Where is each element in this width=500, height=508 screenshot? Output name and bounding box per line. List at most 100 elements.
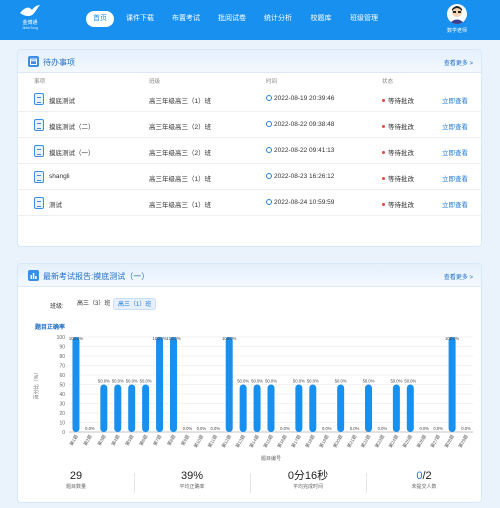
avatar[interactable] bbox=[447, 4, 467, 24]
stat-value: 0/2 bbox=[416, 470, 432, 482]
view-now-link[interactable]: 立即查看 bbox=[442, 173, 468, 183]
nav-item-courseware[interactable]: 课件下载 bbox=[120, 11, 160, 27]
view-now-link[interactable]: 立即查看 bbox=[442, 121, 468, 131]
col-time: 时间 bbox=[266, 79, 278, 85]
bar-data-label: 50.0% bbox=[112, 379, 124, 384]
task-status: 等待批改 bbox=[382, 95, 414, 105]
task-name[interactable]: 摸底测试 bbox=[49, 95, 75, 105]
nav-item-statistics[interactable]: 统计分析 bbox=[258, 11, 298, 27]
logo-subtitle: JinboTong bbox=[22, 26, 38, 30]
bar bbox=[72, 337, 80, 432]
class-option-1[interactable]: 高三（1）班 bbox=[113, 298, 157, 310]
bar-data-label: 100.0% bbox=[69, 336, 83, 341]
task-time: 2022-08-22 09:38:48 bbox=[266, 121, 334, 128]
bar-data-label: 50.0% bbox=[307, 379, 319, 384]
y-tick-label: 50 bbox=[59, 382, 65, 388]
stat-label: 平均完成时间 bbox=[292, 484, 323, 490]
nav-item-class-management[interactable]: 班级管理 bbox=[344, 11, 384, 27]
bar bbox=[448, 337, 456, 432]
x-tick-label: 第7题 bbox=[151, 433, 163, 447]
todo-card: 待办事项 查看更多 > 事项 班级 时间 状态 摸底测试 高三年级高三（1）班 … bbox=[17, 49, 482, 247]
task-class: 高三年级高三（1）班 bbox=[149, 202, 212, 209]
bar bbox=[365, 384, 373, 432]
nav-item-home[interactable]: 首页 bbox=[86, 11, 114, 27]
view-now-link[interactable]: 立即查看 bbox=[442, 147, 468, 157]
bar bbox=[253, 384, 261, 432]
app-logo[interactable]: 金博通 JinboTong bbox=[10, 4, 50, 36]
stat-label: 未提交人数 bbox=[411, 484, 437, 490]
x-tick-label: 第12题 bbox=[220, 433, 233, 449]
task-time: 2022-08-24 10:59:59 bbox=[266, 199, 334, 206]
bird-logo-icon bbox=[20, 5, 40, 17]
y-tick-label: 80 bbox=[59, 354, 65, 360]
calendar-icon bbox=[28, 56, 39, 67]
bar-data-label: 50.0% bbox=[140, 379, 152, 384]
y-tick-label: 60 bbox=[59, 373, 65, 379]
class-option-3[interactable]: 高三（3）班 bbox=[73, 298, 114, 310]
x-axis-label: 题目编号 bbox=[261, 455, 281, 462]
document-icon bbox=[34, 171, 44, 183]
x-tick-label: 第20题 bbox=[331, 433, 344, 449]
status-dot-icon bbox=[382, 151, 385, 154]
bar-data-label: 50.0% bbox=[404, 379, 416, 384]
table-row: 摸底测试 高三年级高三（1）班 2022-08-19 20:39:46 等待批改… bbox=[18, 87, 481, 112]
nav-item-grade-papers[interactable]: 批阅试卷 bbox=[212, 11, 252, 27]
bar bbox=[267, 384, 275, 432]
report-card-header: 最新考试报告:摸底测试（一） 查看更多 > bbox=[18, 264, 481, 287]
bar-data-label: 50.0% bbox=[390, 379, 402, 384]
y-tick-label: 40 bbox=[59, 392, 65, 398]
x-tick-label: 第10题 bbox=[192, 433, 205, 449]
y-tick-label: 20 bbox=[59, 411, 65, 417]
document-icon bbox=[34, 119, 44, 131]
x-tick-label: 第1题 bbox=[68, 433, 80, 447]
user-name: 数学老师 bbox=[446, 28, 467, 34]
col-task: 事项 bbox=[34, 79, 46, 85]
x-tick-label: 第4题 bbox=[110, 433, 122, 447]
status-dot-icon bbox=[382, 177, 385, 180]
x-tick-label: 第5题 bbox=[124, 433, 136, 447]
bar-data-label: 0.0% bbox=[419, 426, 429, 431]
task-name[interactable]: 摸底测试（一） bbox=[49, 147, 95, 157]
document-icon bbox=[34, 197, 44, 209]
y-axis-label: 百分比（%） bbox=[33, 370, 40, 399]
task-name[interactable]: 测试 bbox=[49, 199, 62, 209]
bar-data-label: 50.0% bbox=[237, 379, 249, 384]
nav-item-assign-exam[interactable]: 布置考试 bbox=[166, 11, 206, 27]
stat-value: 29 bbox=[69, 470, 83, 482]
stat-question-count: 29 题目数量 bbox=[18, 469, 134, 490]
nav-item-question-bank[interactable]: 校题库 bbox=[304, 11, 338, 27]
document-icon bbox=[34, 93, 44, 105]
todo-card-header: 待办事项 查看更多 > bbox=[18, 50, 481, 73]
task-name[interactable]: shangli bbox=[49, 173, 70, 180]
exam-report-card: 最新考试报告:摸底测试（一） 查看更多 > 班级: 高三（3）班 高三（1）班 … bbox=[17, 263, 482, 503]
user-avatar-icon bbox=[449, 6, 465, 24]
task-name[interactable]: 摸底测试（二） bbox=[49, 121, 95, 131]
todo-view-more-link[interactable]: 查看更多 > bbox=[444, 58, 473, 67]
clock-icon bbox=[266, 199, 272, 205]
task-status: 等待批改 bbox=[382, 121, 414, 131]
report-view-more-link[interactable]: 查看更多 > bbox=[444, 272, 473, 281]
bar bbox=[114, 384, 122, 432]
stat-average-time: 0分16秒 平均完成时间 bbox=[250, 469, 366, 490]
bar bbox=[406, 384, 414, 432]
bar-data-label: 100.0% bbox=[152, 336, 166, 341]
x-tick-label: 第29题 bbox=[457, 433, 470, 449]
bar-data-label: 100.0% bbox=[222, 336, 236, 341]
view-now-link[interactable]: 立即查看 bbox=[442, 95, 468, 105]
bar-data-label: 0.0% bbox=[85, 426, 95, 431]
x-tick-label: 第8题 bbox=[165, 433, 177, 447]
task-class: 高三年级高三（2）班 bbox=[149, 124, 212, 131]
bar-data-label: 50.0% bbox=[363, 379, 375, 384]
y-tick-label: 0 bbox=[62, 430, 65, 436]
task-status: 等待批改 bbox=[382, 199, 414, 209]
col-class: 班级 bbox=[149, 79, 161, 85]
bar-data-label: 0.0% bbox=[183, 426, 193, 431]
view-now-link[interactable]: 立即查看 bbox=[442, 199, 468, 209]
clock-icon bbox=[266, 173, 272, 179]
col-status: 状态 bbox=[382, 79, 394, 85]
stat-average-accuracy: 39% 平均正确率 bbox=[134, 469, 250, 490]
x-tick-label: 第27题 bbox=[429, 433, 442, 449]
user-menu[interactable]: 数学老师 bbox=[440, 4, 474, 34]
x-tick-label: 第16题 bbox=[276, 433, 289, 449]
bar-data-label: 50.0% bbox=[265, 379, 277, 384]
